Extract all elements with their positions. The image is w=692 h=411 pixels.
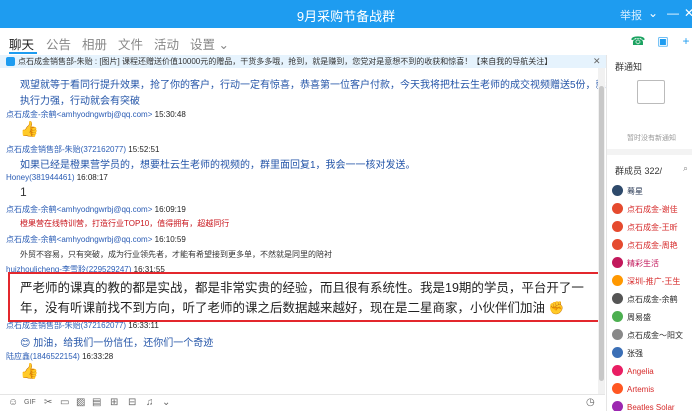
tab-activities[interactable]: 活动 bbox=[154, 34, 179, 53]
message-text: 外贸不容易，只有突破，成为行业领先者，才能有希望接到更多单，不然就是同里的陪衬 bbox=[20, 250, 332, 259]
member-item[interactable]: 深圳-推广-王生 bbox=[612, 275, 680, 287]
message-text: 执行力强，行动就会有突破 bbox=[20, 96, 140, 107]
gif-icon[interactable]: GIF bbox=[24, 399, 36, 406]
notice-bar[interactable]: 点石成金销售部-朱贻 : [图片] 课程还赠送价值10000元的赠品，干货多多哦… bbox=[0, 55, 606, 68]
file-icon[interactable]: ▭ bbox=[60, 397, 69, 408]
avatar bbox=[612, 365, 623, 376]
report-link[interactable]: 举报 bbox=[620, 7, 642, 23]
member-item[interactable]: 点石成金-周艳 bbox=[612, 239, 678, 251]
active-tab-underline bbox=[9, 52, 37, 54]
gift-icon[interactable]: ⊞ bbox=[110, 397, 118, 408]
emoji-icon: ✊ bbox=[548, 301, 565, 315]
thumbs-up-icon: 👍 bbox=[20, 363, 39, 380]
message-sender: 点石成金-余鹤<amhyodngwrbj@qq.com> 15:30:48 bbox=[6, 110, 186, 119]
scissors-icon[interactable]: ✂ bbox=[44, 397, 52, 408]
group-notice-title: 群通知 bbox=[615, 62, 643, 72]
tab-bar: 聊天 公告 相册 文件 活动 设置 ⌄ ☎ ▣ + bbox=[0, 28, 692, 55]
avatar bbox=[612, 203, 623, 214]
member-item[interactable]: 张强 bbox=[612, 347, 643, 359]
member-item[interactable]: 周易盛 bbox=[612, 311, 651, 323]
message-text: 如果已经是橙果营学员的，想要杜云生老师的视频的，群里面回复1，我会一一核对发送。 bbox=[20, 160, 416, 171]
avatar bbox=[612, 257, 623, 268]
member-item[interactable]: 精彩生活 bbox=[612, 257, 659, 269]
avatar bbox=[612, 401, 623, 411]
member-item[interactable]: 点石成金-王昕 bbox=[612, 221, 678, 233]
document-icon[interactable]: ▤ bbox=[92, 397, 101, 408]
message-sender: 点石成金-余鹤<amhyodngwrbj@qq.com> 16:09:19 bbox=[6, 205, 186, 214]
tab-chat[interactable]: 聊天 bbox=[9, 34, 34, 53]
avatar bbox=[612, 293, 623, 304]
divider bbox=[607, 149, 692, 155]
message-text: 😊 加油，给我们一份信任，还你们一个奇迹 bbox=[20, 338, 214, 349]
highlighted-message: 严老师的课真的教的都是实战，都是非常实贵的经验，而且很有系统性。我是19期的学员… bbox=[8, 272, 600, 322]
scrollbar-thumb[interactable] bbox=[599, 86, 604, 381]
empty-notice-icon bbox=[637, 80, 665, 104]
emoji-icon[interactable]: ☺ bbox=[8, 397, 18, 408]
bell-icon[interactable]: ♫ bbox=[146, 397, 154, 408]
message-text: 严老师的课真的教的都是实战，都是非常实贵的经验，而且很有系统性。我是19期的学员… bbox=[20, 281, 584, 315]
member-item[interactable]: Beatles Solar bbox=[612, 401, 675, 411]
phone-icon[interactable]: ☎ bbox=[628, 31, 648, 51]
message-sender: 点石成金销售部-朱贻(372162077) 15:52:51 bbox=[6, 145, 160, 154]
no-notice-text: 暂时没有新通知 bbox=[627, 135, 676, 142]
message-sender: 陆应鑫(1846522154) 16:33:28 bbox=[6, 352, 114, 361]
notice-text: 点石成金销售部-朱贻 : [图片] 课程还赠送价值10000元的赠品，干货多多哦… bbox=[18, 57, 553, 66]
screen-icon[interactable]: ⊟ bbox=[128, 397, 136, 408]
message-text: 1 bbox=[20, 185, 27, 199]
member-item[interactable]: 点石成金-谢佳 bbox=[612, 203, 678, 215]
message-sender: 点石成金-余鹤<amhyodngwrbj@qq.com> 16:10:59 bbox=[6, 235, 186, 244]
group-side-panel: 群通知 暂时没有新通知 群成员 322/ ⌕ 蓦星 点石成金-谢佳 点石成金-王… bbox=[606, 55, 692, 411]
thumbs-up-icon: 👍 bbox=[20, 121, 39, 138]
tab-album[interactable]: 相册 bbox=[82, 34, 107, 53]
members-title: 群成员 322/ bbox=[615, 166, 663, 176]
composer-toolbar: ☺ GIF ✂ ▭ ▨ ▤ ⊞ ⊟ ♫ ⌄ ◷ bbox=[0, 394, 605, 411]
member-item[interactable]: 点石成金-余鹤 bbox=[612, 293, 678, 305]
more-icon[interactable]: ⌄ bbox=[162, 397, 170, 408]
title-bar: 9月采购节备战群 举报 ⌄ — ✕ bbox=[0, 0, 692, 28]
member-item[interactable]: Angelia bbox=[612, 365, 654, 376]
member-item[interactable]: 点石成金～阳文 bbox=[612, 329, 683, 341]
avatar bbox=[612, 383, 623, 394]
tab-files[interactable]: 文件 bbox=[118, 34, 143, 53]
notice-icon bbox=[6, 57, 15, 66]
tab-announcements[interactable]: 公告 bbox=[46, 34, 71, 53]
avatar bbox=[612, 347, 623, 358]
history-icon[interactable]: ◷ bbox=[586, 397, 595, 408]
chat-window: 9月采购节备战群 举报 ⌄ — ✕ 聊天 公告 相册 文件 活动 设置 ⌄ ☎ … bbox=[0, 0, 692, 411]
screen-share-icon[interactable]: ▣ bbox=[653, 31, 673, 51]
avatar bbox=[612, 329, 623, 340]
avatar bbox=[612, 185, 623, 196]
minimize-icon[interactable]: — bbox=[667, 6, 679, 20]
avatar bbox=[612, 239, 623, 250]
window-title: 9月采购节备战群 bbox=[296, 9, 396, 24]
image-icon[interactable]: ▨ bbox=[76, 397, 85, 408]
message-text: 橙果营在线特训营，打造行业TOP10，值得拥有，超越同行 bbox=[20, 219, 230, 228]
tab-settings[interactable]: 设置 ⌄ bbox=[190, 34, 229, 53]
emoji-icon: 😊 bbox=[20, 338, 31, 349]
member-item[interactable]: Artemis bbox=[612, 383, 654, 394]
message-list: 观望就等于看同行提升效果，抢了你的客户，行动一定有惊喜，恭喜第一位客户付款，今天… bbox=[0, 68, 636, 394]
close-window-icon[interactable]: ✕ bbox=[684, 6, 692, 20]
message-text: 观望就等于看同行提升效果，抢了你的客户，行动一定有惊喜，恭喜第一位客户付款，今天… bbox=[20, 80, 636, 91]
member-item[interactable]: 蓦星 bbox=[612, 185, 643, 197]
dropdown-icon[interactable]: ⌄ bbox=[648, 6, 658, 20]
avatar bbox=[612, 311, 623, 322]
search-icon[interactable]: ⌕ bbox=[683, 163, 688, 174]
close-icon[interactable]: ✕ bbox=[593, 55, 601, 68]
message-sender: Honey(381944461) 16:08:17 bbox=[6, 173, 108, 182]
avatar bbox=[612, 275, 623, 286]
add-icon[interactable]: + bbox=[676, 31, 692, 51]
avatar bbox=[612, 221, 623, 232]
